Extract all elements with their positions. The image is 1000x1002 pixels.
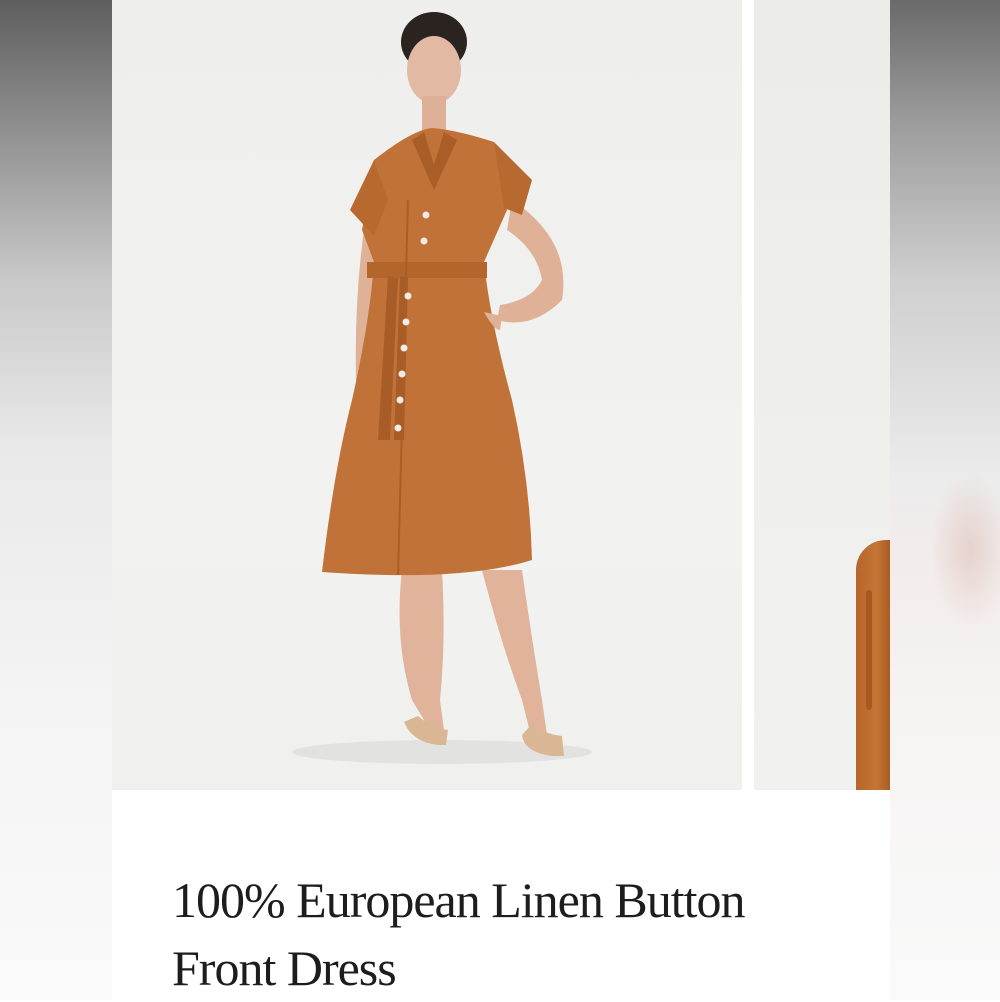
product-title: 100% European Linen Button Front Dress [172,872,746,996]
blurred-backdrop-left [0,0,112,1000]
image-carousel[interactable] [112,0,890,790]
carousel-slide-next[interactable] [754,0,890,790]
product-page: 100% European Linen Button Front Dress [112,0,890,1000]
blurred-backdrop-right [890,0,1000,1000]
next-slide-dress-preview [856,540,890,790]
carousel-slide-current[interactable] [112,0,742,790]
product-photo [292,12,592,764]
